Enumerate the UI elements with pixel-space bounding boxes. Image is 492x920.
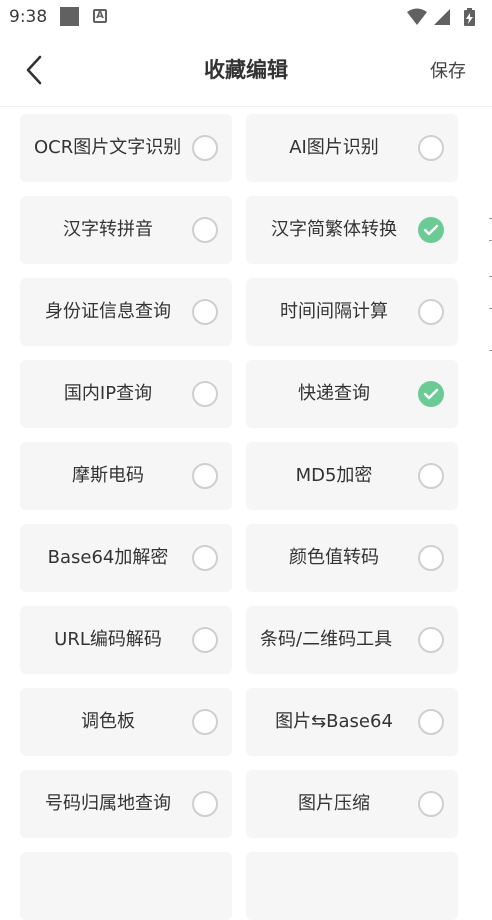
unchecked-circle-icon[interactable]: [192, 135, 218, 161]
tool-card[interactable]: AI图片识别: [246, 114, 458, 182]
tool-card-label: Base64加解密: [47, 547, 169, 568]
tool-card[interactable]: 图片⇆Base64: [246, 688, 458, 756]
unchecked-circle-icon[interactable]: [192, 463, 218, 489]
tool-card[interactable]: 调色板: [20, 688, 232, 756]
unchecked-circle-icon[interactable]: [192, 791, 218, 817]
tool-card-label: 身份证信息查询: [45, 301, 171, 322]
unchecked-circle-icon[interactable]: [192, 217, 218, 243]
tool-card[interactable]: 图片压缩: [246, 770, 458, 838]
unchecked-circle-icon[interactable]: [418, 299, 444, 325]
tool-card[interactable]: 条码/二维码工具: [246, 606, 458, 674]
tool-card-partial[interactable]: [246, 852, 458, 920]
tool-card[interactable]: 国内IP查询: [20, 360, 232, 428]
tool-card-label: 国内IP查询: [63, 383, 153, 404]
battery-icon: [464, 8, 475, 26]
tool-card-label: 条码/二维码工具: [260, 629, 393, 650]
unchecked-circle-icon[interactable]: [418, 135, 444, 161]
tool-card-label: 汉字转拼音: [63, 219, 153, 240]
save-button[interactable]: 保存: [430, 57, 466, 83]
tool-card[interactable]: 快递查询: [246, 360, 458, 428]
tool-card-label: AI图片识别: [289, 137, 379, 158]
tool-card[interactable]: 摩斯电码: [20, 442, 232, 510]
tool-card-label: OCR图片文字识别: [34, 137, 182, 158]
tool-card-label: 颜色值转码: [289, 547, 379, 568]
tool-card-label: 汉字简繁体转换: [271, 219, 397, 240]
unchecked-circle-icon[interactable]: [418, 791, 444, 817]
tool-card[interactable]: Base64加解密: [20, 524, 232, 592]
tool-card-partial[interactable]: [20, 852, 232, 920]
tool-card[interactable]: 身份证信息查询: [20, 278, 232, 346]
unchecked-circle-icon[interactable]: [192, 709, 218, 735]
tool-card[interactable]: OCR图片文字识别: [20, 114, 232, 182]
tool-card[interactable]: 汉字简繁体转换: [246, 196, 458, 264]
page-title: 收藏编辑: [204, 58, 288, 82]
tool-card[interactable]: 号码归属地查询: [20, 770, 232, 838]
checked-circle-icon[interactable]: [418, 217, 444, 243]
unchecked-circle-icon[interactable]: [192, 545, 218, 571]
tool-card-label: 调色板: [81, 711, 135, 732]
tool-card[interactable]: URL编码解码: [20, 606, 232, 674]
checked-circle-icon[interactable]: [418, 381, 444, 407]
tool-card-label: 快递查询: [298, 383, 370, 404]
unchecked-circle-icon[interactable]: [418, 463, 444, 489]
tool-card-label: 时间间隔计算: [280, 301, 388, 322]
unchecked-circle-icon[interactable]: [192, 299, 218, 325]
tool-card[interactable]: 颜色值转码: [246, 524, 458, 592]
tool-card-label: URL编码解码: [54, 629, 162, 650]
tool-card-label: 图片压缩: [298, 793, 370, 814]
unchecked-circle-icon[interactable]: [418, 709, 444, 735]
tool-card-label: 号码归属地查询: [45, 793, 171, 814]
header: 收藏编辑 保存: [0, 34, 492, 107]
unchecked-circle-icon[interactable]: [192, 381, 218, 407]
unchecked-circle-icon[interactable]: [192, 627, 218, 653]
tool-card[interactable]: MD5加密: [246, 442, 458, 510]
unchecked-circle-icon[interactable]: [418, 545, 444, 571]
signal-icon: [434, 9, 450, 25]
tool-card[interactable]: 时间间隔计算: [246, 278, 458, 346]
text-a-icon: A: [93, 9, 107, 23]
unchecked-circle-icon[interactable]: [418, 627, 444, 653]
tool-card-label: MD5加密: [295, 465, 373, 486]
wifi-icon: [407, 8, 427, 25]
status-icons: [406, 6, 482, 28]
tool-card[interactable]: 汉字转拼音: [20, 196, 232, 264]
tool-card-label: 图片⇆Base64: [275, 711, 393, 732]
status-time: 9:38: [9, 7, 48, 27]
status-bar: 9:38 A: [0, 0, 492, 34]
notification-square-icon: [60, 7, 79, 26]
tool-card-label: 摩斯电码: [72, 465, 144, 486]
